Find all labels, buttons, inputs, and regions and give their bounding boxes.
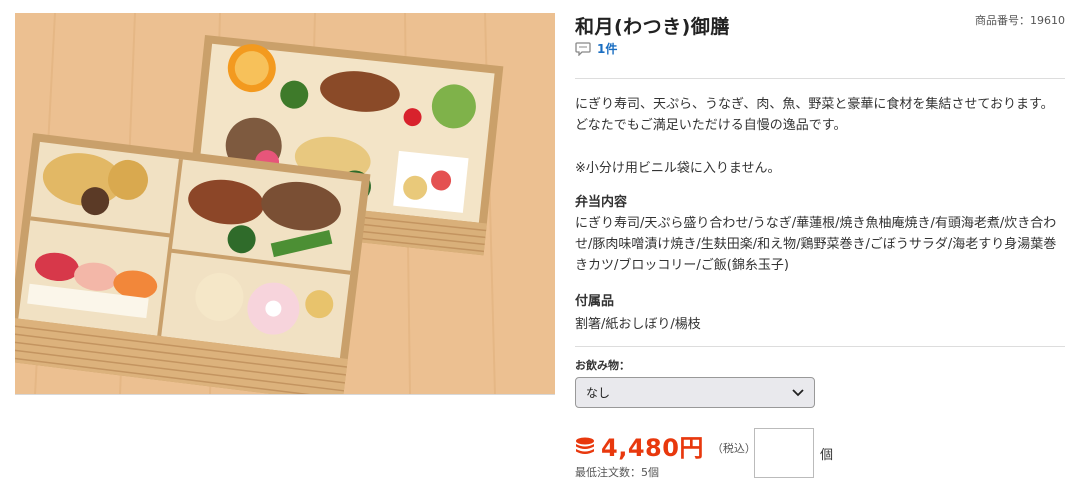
quantity-unit: 個 xyxy=(820,448,834,463)
speech-bubble-icon xyxy=(575,41,591,56)
price-amount: 4,480円 xyxy=(601,434,704,462)
product-note: ※小分け用ビニル袋に入りません。 xyxy=(575,161,781,176)
product-description: にぎり寿司、天ぷら、うなぎ、肉、魚、野菜と豪華に食材を集結させております。どなた… xyxy=(575,97,1054,133)
price-row: 4,480円 （税込） xyxy=(575,428,756,463)
product-title: 和月(わつき)御膳 xyxy=(575,16,730,38)
accessories-heading: 付属品 xyxy=(575,294,615,309)
product-image xyxy=(15,13,555,395)
quantity-input[interactable] xyxy=(754,428,814,478)
review-count: 1件 xyxy=(597,42,618,56)
bento-contents-list: にぎり寿司/天ぷら盛り合わせ/うなぎ/華蓮根/焼き魚柚庵焼き/有頭海老煮/炊き合… xyxy=(575,216,1057,273)
product-info: 和月(わつき)御膳 商品番号：19610 1件 にぎり寿司、天ぷら、うなぎ、肉、… xyxy=(575,0,1065,480)
bento-contents-heading: 弁当内容 xyxy=(575,195,628,210)
coin-stack-icon xyxy=(575,436,595,456)
drink-select[interactable]: なし xyxy=(575,377,815,408)
chevron-down-icon xyxy=(792,388,804,397)
drink-select-value: なし xyxy=(586,386,611,400)
tax-note: （税込） xyxy=(711,441,756,455)
min-order-note: 最低注文数：5個 xyxy=(575,466,659,479)
accessories-list: 割箸/紙おしぼり/楊枝 xyxy=(575,317,701,332)
product-code: 商品番号：19610 xyxy=(975,14,1065,27)
divider xyxy=(575,78,1065,79)
drink-label: お飲み物： xyxy=(575,359,630,372)
divider xyxy=(575,346,1065,347)
review-link[interactable]: 1件 xyxy=(575,40,617,57)
